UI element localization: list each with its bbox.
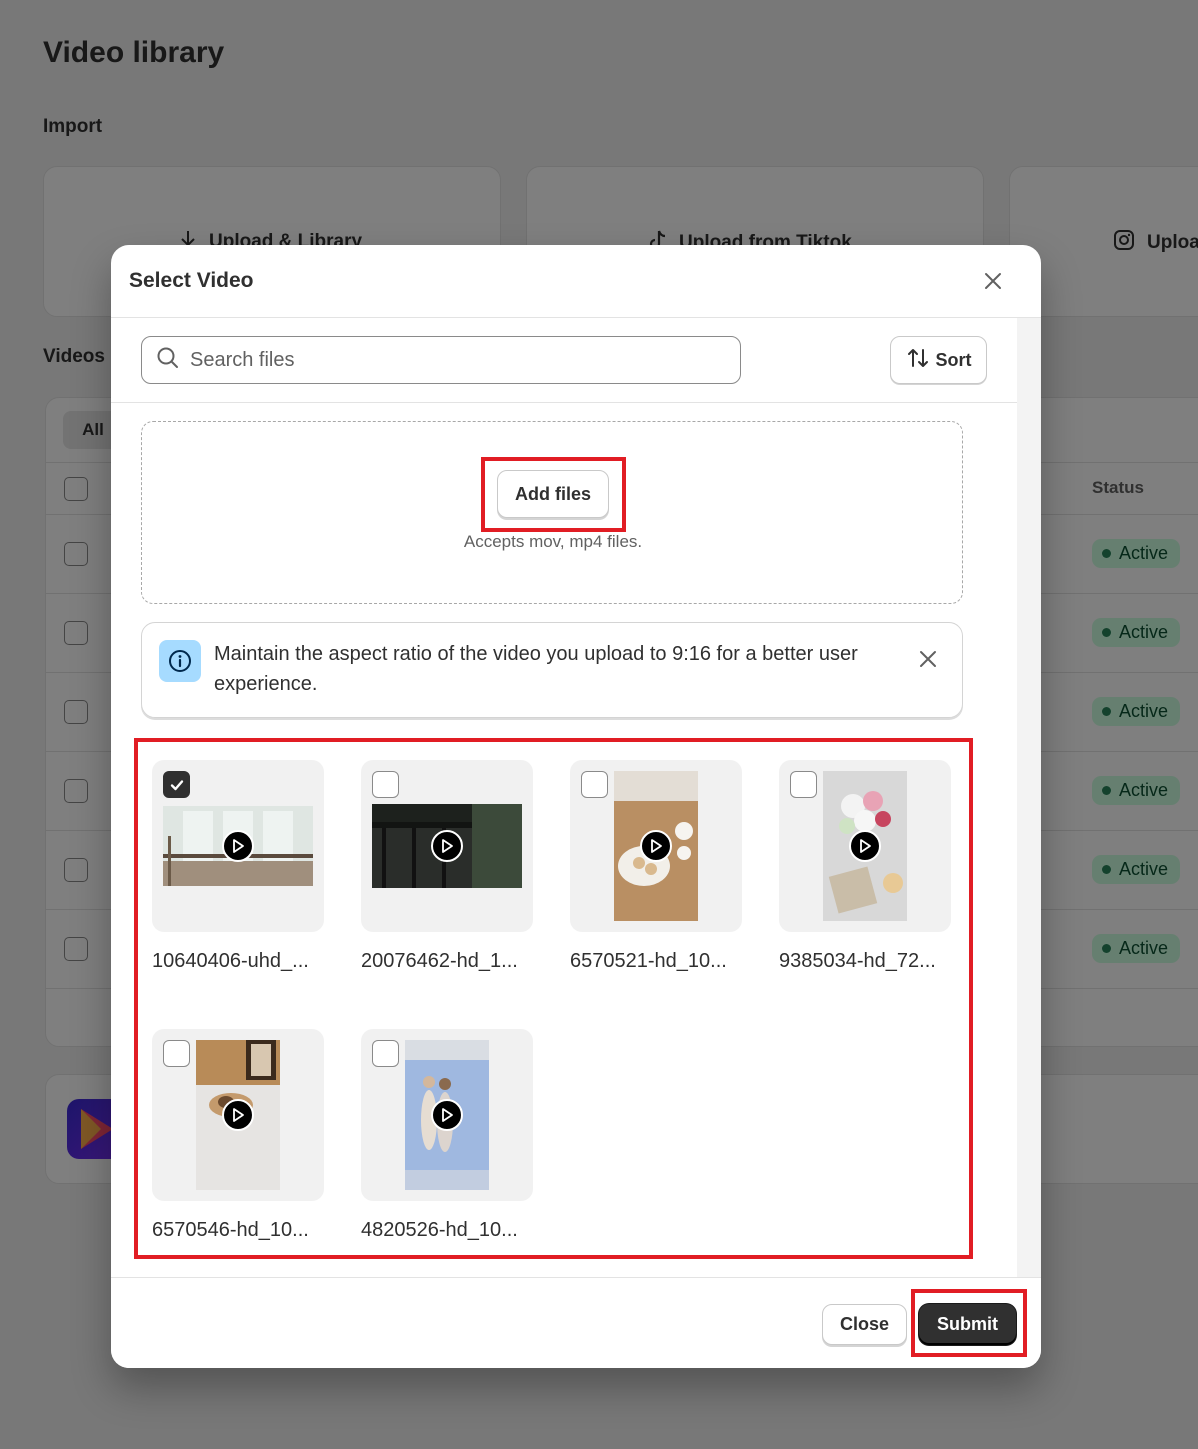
sort-button[interactable]: Sort: [890, 336, 987, 384]
modal-title: Select Video: [129, 269, 254, 292]
info-icon: [159, 640, 201, 682]
dismiss-banner-icon[interactable]: [914, 645, 942, 673]
modal-header: Select Video: [111, 245, 1041, 318]
close-button[interactable]: Close: [822, 1304, 907, 1345]
highlight-submit: [911, 1289, 1027, 1357]
modal-footer: Close Submit: [111, 1277, 1041, 1368]
banner-message: Maintain the aspect ratio of the video y…: [214, 643, 858, 695]
sort-icon: [906, 346, 930, 375]
sort-label: Sort: [935, 349, 972, 370]
search-field[interactable]: [141, 336, 741, 384]
highlight-add-files: [481, 457, 626, 532]
highlight-video-grid: [134, 738, 973, 1259]
search-icon: [156, 346, 180, 375]
aspect-ratio-banner: Maintain the aspect ratio of the video y…: [141, 622, 963, 718]
close-icon[interactable]: [979, 267, 1007, 295]
search-input[interactable]: [190, 348, 710, 372]
accepted-formats-hint: Accepts mov, mp4 files.: [463, 532, 643, 551]
scrollbar[interactable]: [1017, 318, 1041, 1277]
